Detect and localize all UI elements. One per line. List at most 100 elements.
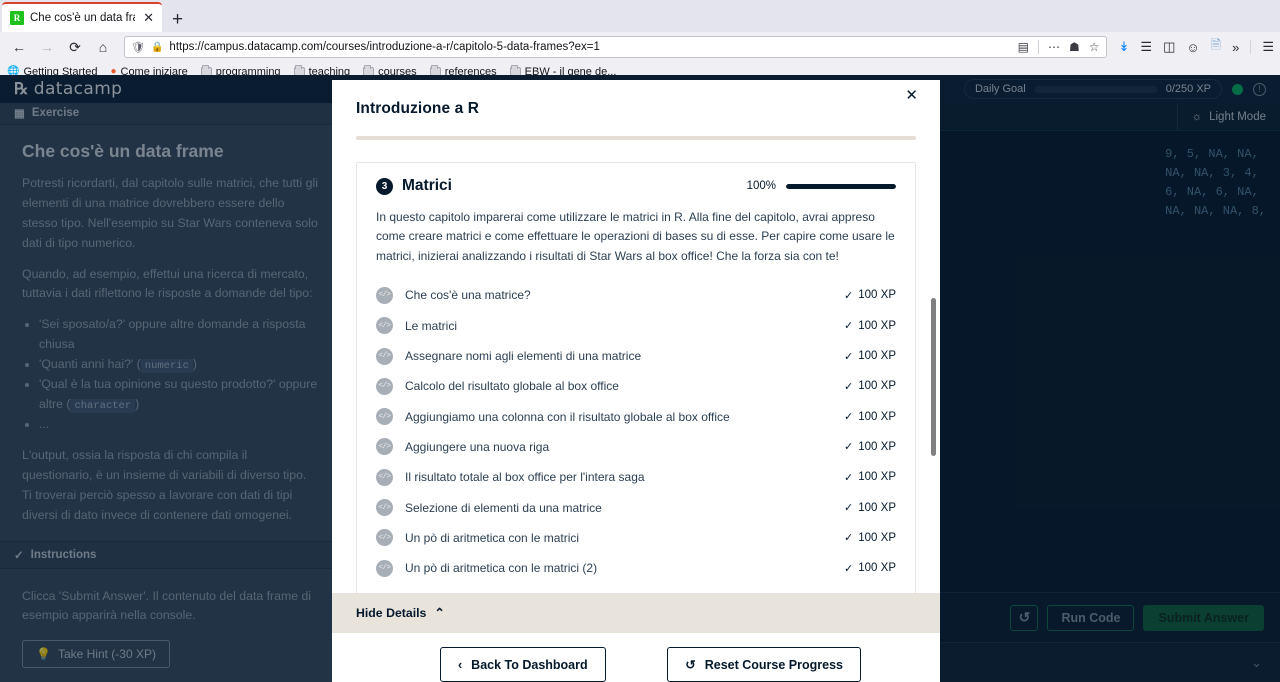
new-tab-button[interactable]: + [162, 10, 193, 32]
xp-value: 100 XP [858, 410, 896, 423]
exercise-list: </> Che cos'è una matrice? ✓ 100 XP </> L… [357, 280, 915, 593]
course-outline-modal: Introduzione a R ✕ 3 Matrici 100% In que… [332, 80, 940, 682]
exercise-label: Un pò di aritmetica con le matrici (2) [405, 561, 598, 576]
chevron-up-icon: ⌃ [434, 606, 445, 620]
chapter-number-badge: 3 [376, 177, 393, 195]
tab-strip: R Che cos'è un data frame ✕ + [0, 0, 1280, 32]
list-item[interactable]: </> Aggiungere una nuova riga ✓ 100 XP [376, 432, 896, 462]
hide-details-button[interactable]: Hide Details ⌃ [356, 606, 445, 620]
modal-title: Introduzione a R [356, 100, 480, 117]
xp-value: 100 XP [858, 319, 896, 332]
exercise-label: Assegnare nomi agli elementi di una matr… [405, 349, 642, 364]
list-item[interactable]: </> Selezione di elementi da una matrice… [376, 492, 896, 522]
code-icon: </> [376, 286, 393, 304]
code-icon: </> [376, 377, 393, 395]
modal-header: Introduzione a R ✕ [332, 80, 940, 140]
list-item[interactable]: </> Il risultato totale al box office pe… [376, 462, 896, 492]
toolbar-right: ↡ ☰ ◫ ☺ 🗎 » ☰ [1115, 36, 1274, 58]
modal-footer: ‹ Back To Dashboard ↺ Reset Course Progr… [332, 633, 940, 682]
xp-value: 100 XP [858, 380, 896, 393]
browser-chrome: R Che cos'è un data frame ✕ + ← → ⟳ ⌂ 🛡 … [0, 0, 1280, 83]
xp-value: 100 XP [858, 440, 896, 453]
exercise-label: Aggiungere una nuova riga [405, 439, 550, 454]
back-icon[interactable]: ← [6, 35, 32, 59]
reload-icon[interactable]: ⟳ [62, 35, 88, 59]
exercise-xp: ✓ 100 XP [844, 531, 896, 545]
hide-details-bar[interactable]: Hide Details ⌃ [332, 593, 940, 633]
chapter-description: In questo capitolo imparerai come utiliz… [376, 210, 895, 263]
shield-icon[interactable]: 🛡 [131, 41, 145, 54]
exercise-xp: ✓ 100 XP [844, 380, 896, 393]
xp-value: 100 XP [858, 562, 896, 575]
exercise-label: Aggiungiamo una colonna con il risultato… [405, 409, 730, 424]
exercise-label: Le matrici [405, 318, 458, 333]
list-item[interactable]: </> Un pò di aritmetica con le matrici ✓… [376, 523, 896, 553]
reset-course-progress-button[interactable]: ↺ Reset Course Progress [667, 647, 861, 682]
list-item[interactable]: </> Un pò di aritmetica con le matrici (… [376, 553, 896, 583]
page-icon[interactable]: 🗎 [1211, 36, 1221, 58]
exercise-label: Selezione di elementi da una matrice [405, 500, 602, 515]
check-icon: ✓ [844, 289, 854, 302]
bookmark-star-icon[interactable]: ☆ [1089, 40, 1100, 54]
close-icon[interactable]: ✕ [901, 84, 922, 107]
xp-value: 100 XP [858, 471, 896, 484]
xp-value: 100 XP [858, 531, 896, 544]
code-icon: </> [376, 499, 393, 517]
code-icon: </> [376, 347, 393, 365]
modal-scrollbar[interactable] [931, 298, 936, 456]
exercise-label: Calcolo del risultato globale al box off… [405, 379, 619, 394]
exercise-label: Che cos'è una matrice? [405, 288, 531, 303]
list-item[interactable]: </> Che cos'è una matrice? ✓ 100 XP [376, 280, 896, 310]
more-actions-icon[interactable]: ⋯ [1048, 40, 1060, 54]
reader-mode-icon[interactable]: ▤ [1018, 40, 1029, 54]
library-icon[interactable]: ☰ [1140, 39, 1152, 55]
pocket-icon[interactable]: ☗ [1069, 40, 1080, 54]
exercise-xp: ✓ 100 XP [844, 410, 896, 424]
tab-title: Che cos'è un data frame [30, 12, 135, 24]
list-item[interactable]: </> Assegnare nomi agli elementi di una … [376, 341, 896, 371]
check-icon: ✓ [844, 562, 854, 575]
chapter-progress-bar [786, 183, 896, 189]
chapter-progress-label: 100% [746, 180, 776, 192]
close-tab-icon[interactable]: ✕ [141, 10, 156, 26]
downloads-icon[interactable]: ↡ [1119, 39, 1130, 55]
hide-details-label: Hide Details [356, 606, 427, 620]
code-icon: </> [376, 559, 393, 577]
check-icon: ✓ [844, 320, 854, 333]
home-icon[interactable]: ⌂ [90, 35, 116, 59]
check-icon: ✓ [844, 532, 854, 545]
sidebar-icon[interactable]: ◫ [1163, 39, 1175, 55]
xp-value: 100 XP [858, 289, 896, 302]
check-icon: ✓ [844, 411, 854, 424]
xp-value: 100 XP [858, 350, 896, 363]
reset-course-progress-label: Reset Course Progress [704, 657, 843, 672]
chapter-card: 3 Matrici 100% In questo capitolo impare… [356, 162, 916, 593]
code-icon: </> [376, 468, 393, 486]
check-icon: ✓ [844, 441, 854, 454]
xp-value: 100 XP [858, 501, 896, 514]
lock-icon[interactable]: 🔒 [151, 42, 163, 53]
code-icon: </> [376, 408, 393, 426]
list-item[interactable]: </> Le matrici ✓ 100 XP [376, 311, 896, 341]
url-text: https://campus.datacamp.com/courses/intr… [169, 41, 600, 53]
tab-favicon-r: R [10, 11, 24, 25]
back-to-dashboard-button[interactable]: ‹ Back To Dashboard [440, 647, 606, 682]
overflow-icon[interactable]: » [1232, 40, 1239, 55]
exercise-xp: ✓ 100 XP [844, 319, 896, 333]
browser-window: R Che cos'è un data frame ✕ + ← → ⟳ ⌂ 🛡 … [0, 0, 1280, 682]
account-icon[interactable]: ☺ [1186, 40, 1199, 55]
exercise-xp: ✓ 100 XP [844, 562, 896, 575]
code-icon: </> [376, 529, 393, 547]
hamburger-menu-icon[interactable]: ☰ [1262, 39, 1274, 55]
list-item[interactable]: </> Calcolo del risultato globale al box… [376, 371, 896, 401]
modal-scroll-area[interactable]: 3 Matrici 100% In questo capitolo impare… [332, 140, 940, 593]
divider [1037, 40, 1039, 54]
forward-icon: → [40, 39, 54, 55]
list-item[interactable]: </> Aggiungiamo una colonna con il risul… [376, 402, 896, 432]
chapter-header: 3 Matrici 100% [357, 163, 915, 201]
code-icon: </> [376, 438, 393, 456]
browser-tab[interactable]: R Che cos'è un data frame ✕ [2, 2, 162, 32]
check-icon: ✓ [844, 350, 854, 363]
address-bar[interactable]: 🛡 🔒 https://campus.datacamp.com/courses/… [124, 36, 1107, 58]
exercise-xp: ✓ 100 XP [844, 350, 896, 363]
